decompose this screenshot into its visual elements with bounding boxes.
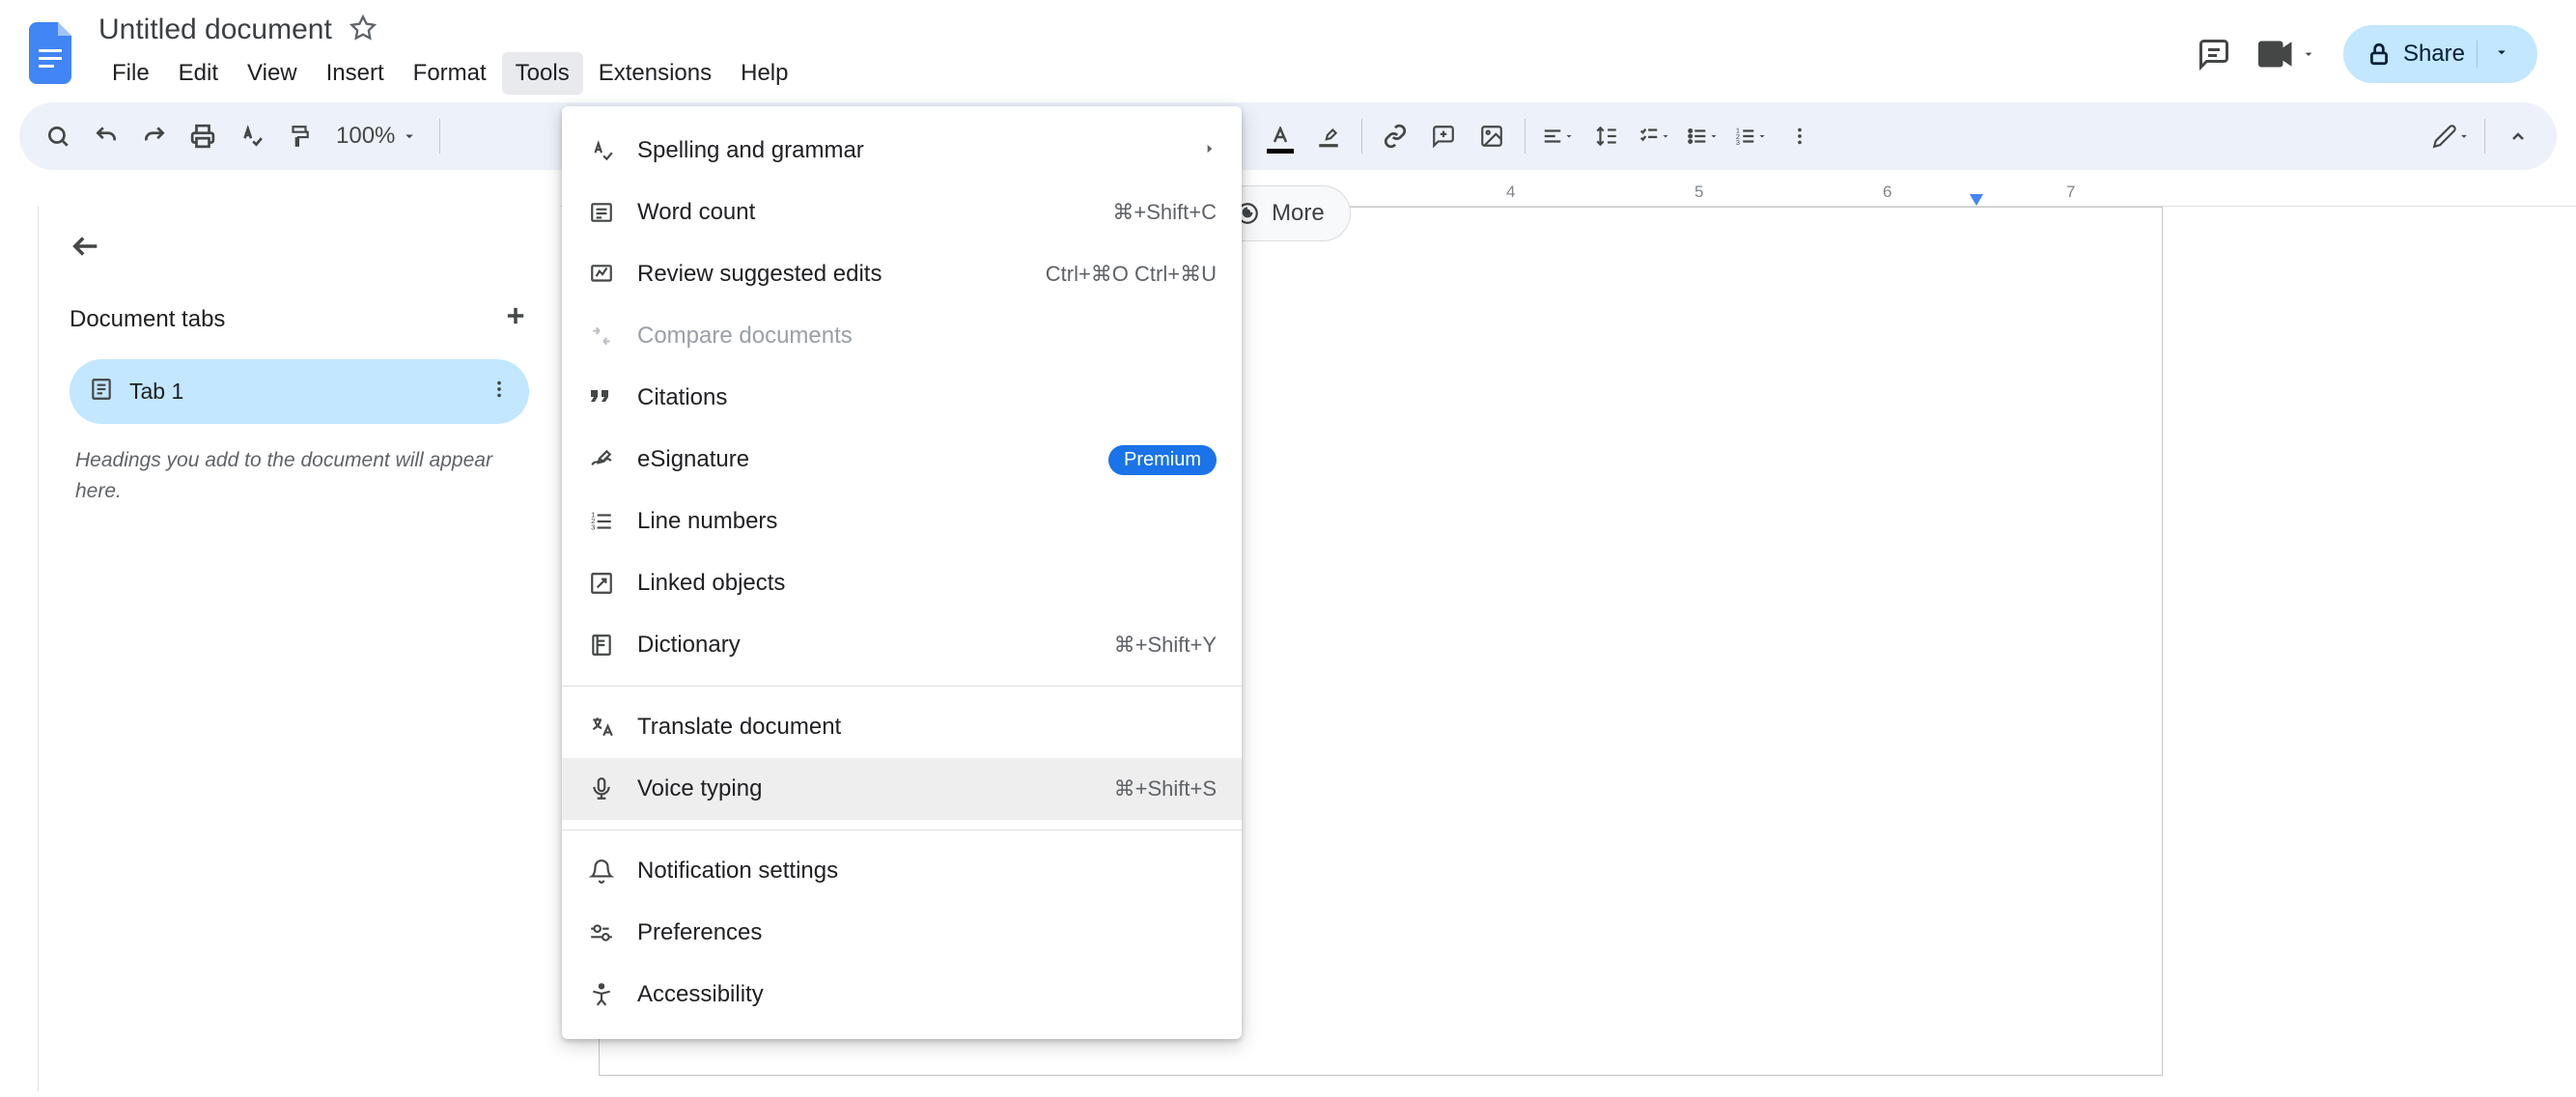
menu-spelling-grammar[interactable]: Spelling and grammar [562, 120, 1242, 182]
menu-extensions[interactable]: Extensions [585, 52, 725, 95]
menu-insert[interactable]: Insert [313, 52, 398, 95]
menubar: File Edit View Insert Format Tools Exten… [98, 52, 2183, 95]
header-actions: Share [2197, 25, 2557, 83]
vertical-ruler[interactable] [10, 207, 39, 1091]
premium-badge: Premium [1108, 445, 1217, 475]
search-icon[interactable] [37, 115, 79, 157]
preferences-icon [587, 920, 616, 945]
redo-icon[interactable] [133, 115, 176, 157]
word-count-icon [587, 200, 616, 225]
tab-more-icon[interactable] [489, 379, 510, 405]
document-icon [89, 377, 114, 407]
align-icon[interactable] [1537, 115, 1580, 157]
menu-notification-settings[interactable]: Notification settings [562, 840, 1242, 902]
menu-translate[interactable]: Translate document [562, 696, 1242, 758]
back-icon[interactable] [70, 230, 529, 267]
document-tabs-sidebar: Document tabs Tab 1 Headings you add to … [39, 207, 560, 1091]
more-options-icon[interactable] [1778, 115, 1821, 157]
toolbar: 100% 123 [19, 102, 2557, 170]
translate-icon [587, 715, 616, 740]
bulleted-list-icon[interactable] [1682, 115, 1724, 157]
menu-preferences[interactable]: Preferences [562, 902, 1242, 964]
menu-word-count[interactable]: Word count ⌘+Shift+C [562, 182, 1242, 243]
menu-file[interactable]: File [98, 52, 163, 95]
menu-separator [562, 686, 1242, 687]
numbered-list-icon[interactable]: 123 [1730, 115, 1773, 157]
dictionary-icon [587, 633, 616, 658]
separator [1361, 119, 1362, 154]
line-spacing-icon[interactable] [1585, 115, 1628, 157]
separator [2484, 119, 2485, 154]
compare-icon [587, 323, 616, 349]
share-button[interactable]: Share [2343, 25, 2537, 83]
menu-voice-typing[interactable]: Voice typing ⌘+Shift+S [562, 758, 1242, 820]
separator [439, 119, 440, 154]
line-numbers-icon: 123 [587, 509, 616, 534]
sidebar-hint: Headings you add to the document will ap… [70, 445, 529, 506]
menu-view[interactable]: View [234, 52, 311, 95]
menu-tools[interactable]: Tools [502, 52, 583, 95]
title-area: Untitled document File Edit View Insert … [98, 10, 2183, 95]
add-comment-icon[interactable] [1422, 115, 1465, 157]
checklist-icon[interactable] [1634, 115, 1676, 157]
tab-label: Tab 1 [129, 379, 473, 405]
menu-format[interactable]: Format [400, 52, 500, 95]
menu-dictionary[interactable]: Dictionary ⌘+Shift+Y [562, 614, 1242, 676]
citations-icon [587, 388, 616, 408]
svg-text:3: 3 [591, 523, 595, 532]
comment-history-icon[interactable] [2197, 37, 2231, 71]
spellcheck-icon [587, 138, 616, 163]
sidebar-title: Document tabs [70, 306, 225, 333]
microphone-icon [587, 776, 616, 802]
insert-image-icon[interactable] [1470, 115, 1513, 157]
submenu-arrow-icon [1203, 142, 1217, 160]
share-dropdown-icon[interactable] [2477, 41, 2526, 68]
undo-icon[interactable] [85, 115, 127, 157]
menu-review-edits[interactable]: Review suggested edits Ctrl+⌘O Ctrl+⌘U [562, 243, 1242, 305]
main-content: Document tabs Tab 1 Headings you add to … [0, 207, 2576, 1091]
menu-esignature[interactable]: eSignature Premium [562, 429, 1242, 491]
highlight-color-icon[interactable] [1307, 115, 1350, 157]
menu-compare-documents: Compare documents [562, 305, 1242, 367]
review-icon [587, 262, 616, 287]
expand-icon[interactable] [2497, 115, 2539, 157]
svg-text:3: 3 [1736, 138, 1740, 147]
spellcheck-icon[interactable] [230, 115, 272, 157]
tools-dropdown-menu: Spelling and grammar Word count ⌘+Shift+… [562, 106, 1242, 1039]
print-icon[interactable] [182, 115, 224, 157]
bell-icon [587, 858, 616, 884]
paint-format-icon[interactable] [278, 115, 321, 157]
star-icon[interactable] [350, 14, 377, 46]
editing-mode-icon[interactable] [2430, 115, 2473, 157]
add-tab-icon[interactable] [502, 302, 529, 336]
text-color-icon[interactable] [1259, 115, 1302, 157]
zoom-selector[interactable]: 100% [326, 123, 428, 150]
menu-edit[interactable]: Edit [165, 52, 232, 95]
menu-accessibility[interactable]: Accessibility [562, 964, 1242, 1026]
menu-citations[interactable]: Citations [562, 367, 1242, 429]
document-title[interactable]: Untitled document [98, 14, 332, 46]
signature-icon [587, 447, 616, 472]
separator [1525, 119, 1526, 154]
menu-line-numbers[interactable]: 123 Line numbers [562, 491, 1242, 552]
accessibility-icon [587, 982, 616, 1007]
linked-objects-icon [587, 571, 616, 596]
menu-linked-objects[interactable]: Linked objects [562, 552, 1242, 614]
docs-logo[interactable] [19, 10, 85, 97]
menu-help[interactable]: Help [727, 52, 801, 95]
tab-item-1[interactable]: Tab 1 [70, 359, 529, 424]
header: Untitled document File Edit View Insert … [0, 0, 2576, 97]
insert-link-icon[interactable] [1374, 115, 1416, 157]
meet-button[interactable] [2258, 41, 2316, 68]
share-label: Share [2403, 41, 2465, 68]
